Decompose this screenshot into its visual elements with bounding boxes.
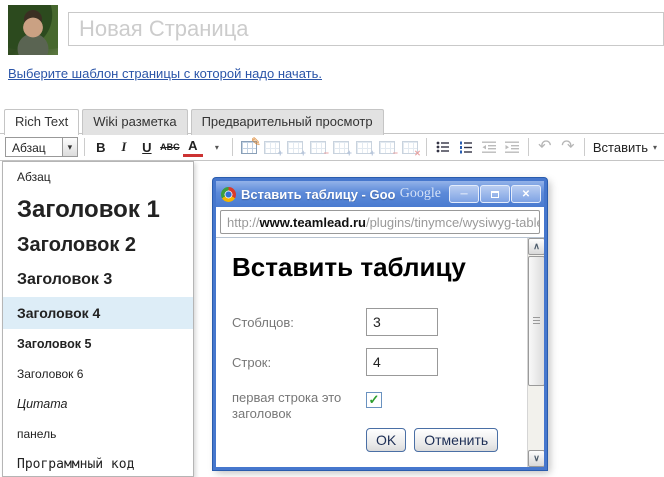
format-option-heading2[interactable]: Заголовок 2 xyxy=(3,230,193,263)
maximize-icon xyxy=(491,191,499,198)
format-option-paragraph[interactable]: Абзац xyxy=(3,162,193,192)
format-combobox-value: Абзац xyxy=(6,138,62,156)
bullet-list-icon xyxy=(435,139,451,155)
popup-titlebar[interactable]: Вставить таблицу - Goo... Google ─ ✕ xyxy=(216,181,544,207)
delete-table-button[interactable]: ✕ xyxy=(400,137,420,157)
format-option-quote[interactable]: Цитата xyxy=(3,389,193,419)
italic-button[interactable]: I xyxy=(114,137,134,157)
tab-rich-text[interactable]: Rich Text xyxy=(4,109,79,135)
columns-row: Стоблцов: xyxy=(232,308,512,336)
delete-row-icon: − xyxy=(310,141,326,154)
google-wordmark: Google xyxy=(400,186,441,202)
format-option-heading6[interactable]: Заголовок 6 xyxy=(3,359,193,389)
delete-column-button[interactable]: − xyxy=(377,137,397,157)
minimize-button[interactable]: ─ xyxy=(449,185,479,203)
numbered-list-button[interactable] xyxy=(456,137,476,157)
scroll-up-button[interactable]: ∧ xyxy=(528,238,544,255)
insert-table-icon: ✎ xyxy=(241,141,257,154)
numbered-list-icon xyxy=(458,139,474,155)
insert-row-before-button[interactable]: + xyxy=(262,137,282,157)
bullet-list-button[interactable] xyxy=(433,137,453,157)
format-option-panel[interactable]: панель xyxy=(3,419,193,449)
format-combobox[interactable]: Абзац ▾ xyxy=(5,137,78,157)
scroll-down-button[interactable]: ∨ xyxy=(528,450,544,467)
font-color-button[interactable]: A xyxy=(183,138,203,157)
url-host: www.teamlead.ru xyxy=(260,215,366,230)
delete-row-button[interactable]: − xyxy=(308,137,328,157)
strikethrough-button[interactable]: ABC xyxy=(160,137,180,157)
url-path: /plugins/tinymce/wysiwyg-table.action xyxy=(366,215,540,230)
undo-button[interactable]: ↶ xyxy=(535,137,555,157)
font-color-arrow-icon[interactable]: ▾ xyxy=(206,137,226,157)
insert-table-button[interactable]: ✎ xyxy=(239,137,259,157)
toolbar-separator xyxy=(584,138,585,156)
popup-url-bar: http://www.teamlead.ru/plugins/tinymce/w… xyxy=(216,207,544,237)
dialog-buttons: OK Отменить xyxy=(366,428,512,452)
url-input[interactable]: http://www.teamlead.ru/plugins/tinymce/w… xyxy=(220,210,540,234)
window-controls: ─ ✕ xyxy=(449,185,541,203)
header-row-row: первая строка это заголовок ✓ xyxy=(232,388,512,422)
insert-row-before-icon: + xyxy=(264,141,280,154)
insert-row-after-button[interactable]: + xyxy=(285,137,305,157)
tab-preview[interactable]: Предварительный просмотр xyxy=(191,109,384,135)
columns-label: Стоблцов: xyxy=(232,308,366,336)
toolbar-separator xyxy=(528,138,529,156)
toolbar-separator xyxy=(84,138,85,156)
bold-button[interactable]: B xyxy=(91,137,111,157)
toolbar-separator xyxy=(426,138,427,156)
page-title-input[interactable] xyxy=(68,12,664,46)
dialog-heading: Вставить таблицу xyxy=(232,252,544,283)
toolbar-separator xyxy=(232,138,233,156)
tab-wiki-markup[interactable]: Wiki разметка xyxy=(82,109,187,135)
format-option-heading1[interactable]: Заголовок 1 xyxy=(3,192,193,230)
format-dropdown-panel: Абзац Заголовок 1 Заголовок 2 Заголовок … xyxy=(2,161,194,477)
outdent-button[interactable] xyxy=(479,137,499,157)
rows-row: Строк: xyxy=(232,348,512,376)
header-row-label: первая строка это заголовок xyxy=(232,388,366,422)
insert-menu-label: Вставить xyxy=(593,140,648,155)
format-option-code[interactable]: Программный код xyxy=(3,449,193,477)
insert-column-before-icon: + xyxy=(333,141,349,154)
insert-column-before-button[interactable]: + xyxy=(331,137,351,157)
columns-input[interactable] xyxy=(366,308,438,336)
indent-button[interactable] xyxy=(502,137,522,157)
insert-table-popup-window: Вставить таблицу - Goo... Google ─ ✕ htt… xyxy=(213,178,547,470)
insert-column-after-icon: + xyxy=(356,141,372,154)
editor-tabs: Rich Text Wiki разметка Предварительный … xyxy=(4,109,384,135)
popup-content: Вставить таблицу Стоблцов: Строк: первая… xyxy=(216,237,544,467)
scrollbar-thumb[interactable] xyxy=(528,256,544,386)
checkmark-icon: ✓ xyxy=(369,392,380,408)
insert-menu-button[interactable]: Вставить ▾ xyxy=(591,140,659,155)
format-option-heading4[interactable]: Заголовок 4 xyxy=(3,297,193,329)
user-avatar[interactable] xyxy=(8,5,58,55)
ok-button[interactable]: OK xyxy=(366,428,406,452)
popup-scrollbar[interactable]: ∧ ∨ xyxy=(527,238,544,467)
insert-menu-arrow-icon: ▾ xyxy=(653,143,657,152)
outdent-icon xyxy=(481,139,497,155)
indent-icon xyxy=(504,139,520,155)
chrome-browser-icon xyxy=(221,187,236,202)
maximize-button[interactable] xyxy=(480,185,510,203)
insert-column-after-button[interactable]: + xyxy=(354,137,374,157)
format-option-heading3[interactable]: Заголовок 3 xyxy=(3,263,193,297)
popup-window-title: Вставить таблицу - Goo... xyxy=(241,187,396,202)
rows-input[interactable] xyxy=(366,348,438,376)
underline-button[interactable]: U xyxy=(137,137,157,157)
delete-table-icon: ✕ xyxy=(402,141,418,154)
url-scheme: http:// xyxy=(227,215,260,230)
insert-row-after-icon: + xyxy=(287,141,303,154)
format-option-heading5[interactable]: Заголовок 5 xyxy=(3,329,193,359)
insert-table-form: Стоблцов: Строк: первая строка это загол… xyxy=(232,308,512,452)
editor-toolbar: Абзац ▾ B I U ABC A ▾ ✎ + + − + + − ✕ xyxy=(0,133,664,161)
redo-button[interactable]: ↷ xyxy=(558,137,578,157)
close-button[interactable]: ✕ xyxy=(511,185,541,203)
choose-template-link[interactable]: Выберите шаблон страницы с которой надо … xyxy=(8,66,322,81)
delete-column-icon: − xyxy=(379,141,395,154)
header-row-checkbox[interactable]: ✓ xyxy=(366,392,382,408)
rows-label: Строк: xyxy=(232,348,366,376)
combo-arrow-icon[interactable]: ▾ xyxy=(62,138,77,156)
cancel-button[interactable]: Отменить xyxy=(414,428,498,452)
